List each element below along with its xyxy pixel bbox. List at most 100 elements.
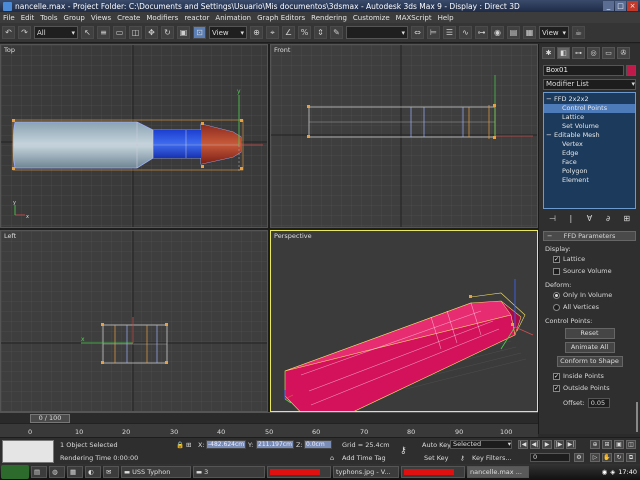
- tray-icon[interactable]: ◉: [602, 468, 608, 476]
- stack-item-lattice[interactable]: Lattice: [544, 113, 635, 122]
- quick-launch-icon[interactable]: ▤: [31, 466, 47, 478]
- clock[interactable]: 17:40: [618, 468, 637, 476]
- all-vertices-radio[interactable]: All Vertices: [553, 301, 636, 313]
- lattice-checkbox[interactable]: ✓ Lattice: [553, 253, 636, 265]
- go-to-end-icon[interactable]: ▶|: [566, 440, 576, 449]
- named-selection-icon[interactable]: ✎: [330, 26, 343, 39]
- object-name-field[interactable]: Box01: [543, 65, 624, 76]
- taskbar-item-typhons-jpg[interactable]: typhons.jpg - V...: [333, 466, 399, 478]
- taskbar-item-group[interactable]: ▬ 3: [193, 466, 265, 478]
- layer-manager-icon[interactable]: ☰: [443, 26, 456, 39]
- add-time-tag[interactable]: Add Time Tag: [342, 454, 386, 462]
- viewport-left[interactable]: Left x: [0, 230, 268, 412]
- outside-points-checkbox[interactable]: ✓ Outside Points: [553, 382, 636, 394]
- quick-render-icon[interactable]: ☕: [572, 26, 585, 39]
- current-frame-field[interactable]: 0: [530, 453, 570, 462]
- menu-help[interactable]: Help: [438, 14, 454, 22]
- snap-icon[interactable]: ⌖: [266, 26, 279, 39]
- key-filter-icon[interactable]: ⚷: [460, 454, 465, 462]
- inside-points-checkbox[interactable]: ✓ Inside Points: [553, 370, 636, 382]
- previous-frame-icon[interactable]: ◀|: [530, 440, 540, 449]
- start-button[interactable]: [1, 465, 29, 479]
- utilities-tab-icon[interactable]: ✇: [617, 47, 630, 59]
- undo-icon[interactable]: ↶: [2, 26, 15, 39]
- viewport-label-perspective[interactable]: Perspective: [274, 232, 312, 240]
- transform-type-in-icon[interactable]: ⊞: [186, 441, 191, 449]
- menu-rendering[interactable]: Rendering: [311, 14, 347, 22]
- select-by-name-icon[interactable]: ≡: [97, 26, 110, 39]
- menu-views[interactable]: Views: [91, 14, 111, 22]
- configure-sets-icon[interactable]: ⊞: [620, 213, 634, 225]
- viewport-label-top[interactable]: Top: [4, 46, 15, 54]
- hierarchy-tab-icon[interactable]: ⊶: [572, 47, 585, 59]
- time-slider[interactable]: 0 / 100: [30, 414, 70, 423]
- named-selection-dropdown[interactable]: ▾: [346, 26, 408, 39]
- command-panel-scrollbar[interactable]: [636, 402, 638, 432]
- x-coordinate-field[interactable]: -482.624cm: [206, 440, 246, 449]
- material-editor-icon[interactable]: ◉: [491, 26, 504, 39]
- go-to-start-icon[interactable]: |◀: [518, 440, 528, 449]
- tray-icon[interactable]: ◈: [610, 468, 615, 476]
- modifier-list-dropdown[interactable]: Modifier List ▾: [543, 79, 636, 90]
- key-filters-button[interactable]: Key Filters...: [472, 454, 512, 462]
- fov-icon[interactable]: ▷: [590, 453, 600, 462]
- y-coordinate-field[interactable]: 211.197cm: [256, 440, 294, 449]
- object-color-swatch[interactable]: [626, 65, 636, 76]
- mirror-icon[interactable]: ⇔: [411, 26, 424, 39]
- taskbar-item-uss-typhon[interactable]: ▬ USS Typhon: [121, 466, 191, 478]
- reset-button[interactable]: Reset: [564, 328, 615, 339]
- viewport-label-left[interactable]: Left: [4, 232, 16, 240]
- zoom-all-icon[interactable]: ⊞: [602, 440, 612, 449]
- menu-group[interactable]: Group: [64, 14, 85, 22]
- taskbar-item-redacted[interactable]: [401, 466, 465, 478]
- play-icon[interactable]: ▶: [542, 440, 552, 449]
- maximize-button[interactable]: □: [615, 1, 626, 11]
- select-icon[interactable]: ↖: [81, 26, 94, 39]
- viewport-perspective[interactable]: Perspective: [270, 230, 538, 412]
- taskbar-item-nancelle[interactable]: nancelle.max ...: [467, 466, 529, 478]
- zoom-extents-icon[interactable]: ▣: [614, 440, 624, 449]
- track-bar[interactable]: 0 10 20 30 40 50 60 70 80 90 100: [0, 423, 538, 437]
- ref-coord-dropdown[interactable]: View ▾: [209, 26, 247, 39]
- rotate-icon[interactable]: ↻: [161, 26, 174, 39]
- stack-item-vertex[interactable]: Vertex: [544, 140, 635, 149]
- orbit-icon[interactable]: ↻: [614, 453, 624, 462]
- zoom-icon[interactable]: ⊕: [590, 440, 600, 449]
- motion-tab-icon[interactable]: ◎: [587, 47, 600, 59]
- menu-reactor[interactable]: reactor: [184, 14, 209, 22]
- quick-launch-icon[interactable]: ✉: [103, 466, 119, 478]
- angle-snap-icon[interactable]: ∠: [282, 26, 295, 39]
- redo-icon[interactable]: ↷: [18, 26, 31, 39]
- rect-selection-icon[interactable]: ▭: [113, 26, 126, 39]
- time-config-icon[interactable]: ⚙: [574, 453, 584, 462]
- align-icon[interactable]: ⊨: [427, 26, 440, 39]
- pivot-icon[interactable]: ⊕: [250, 26, 263, 39]
- menu-modifiers[interactable]: Modifiers: [146, 14, 178, 22]
- stack-item-edge[interactable]: Edge: [544, 149, 635, 158]
- time-tag-icon[interactable]: ⌂: [330, 454, 334, 462]
- set-key-button[interactable]: Set Key: [424, 454, 449, 462]
- pin-stack-icon[interactable]: ⊣: [545, 213, 559, 225]
- window-crossing-icon[interactable]: ◫: [129, 26, 142, 39]
- render-view-dropdown[interactable]: View ▾: [539, 26, 569, 39]
- stack-item-editable-mesh[interactable]: − Editable Mesh: [544, 131, 635, 140]
- stack-item-set-volume[interactable]: Set Volume: [544, 122, 635, 131]
- move-icon[interactable]: ✥: [145, 26, 158, 39]
- stack-item-face[interactable]: Face: [544, 158, 635, 167]
- viewport-top[interactable]: Top y x y: [0, 44, 268, 228]
- offset-spinner[interactable]: 0.05: [587, 398, 610, 408]
- stack-item-ffd[interactable]: − FFD 2x2x2: [544, 95, 635, 104]
- viewport-front[interactable]: Front: [270, 44, 538, 228]
- lock-selection-icon[interactable]: 🔒: [176, 441, 184, 449]
- menu-tools[interactable]: Tools: [40, 14, 57, 22]
- auto-key-button[interactable]: Auto Key: [422, 441, 451, 449]
- menu-edit[interactable]: Edit: [21, 14, 35, 22]
- menu-customize[interactable]: Customize: [353, 14, 390, 22]
- animate-all-button[interactable]: Animate All: [564, 342, 615, 353]
- create-tab-icon[interactable]: ✱: [542, 47, 555, 59]
- viewport-label-front[interactable]: Front: [274, 46, 290, 54]
- maxscript-listener[interactable]: [2, 440, 54, 463]
- taskbar-item-redacted[interactable]: [267, 466, 331, 478]
- close-button[interactable]: ×: [627, 1, 638, 11]
- key-set-dropdown[interactable]: Selected ▾: [450, 440, 512, 449]
